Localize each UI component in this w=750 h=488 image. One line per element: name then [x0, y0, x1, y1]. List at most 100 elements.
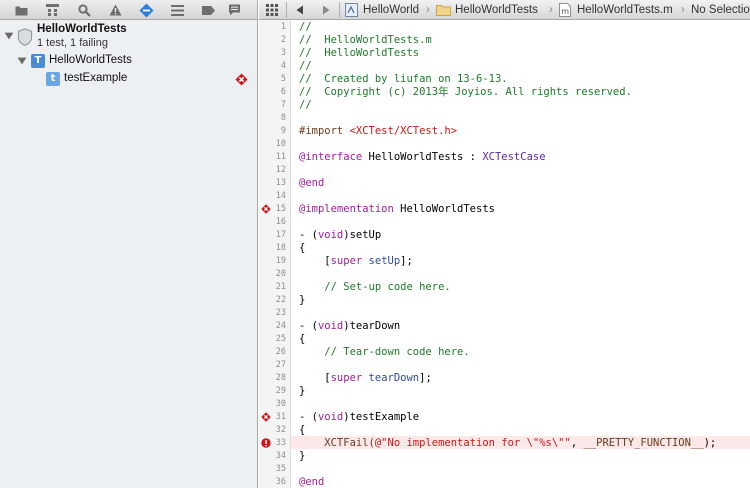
line-number[interactable]: 5	[259, 73, 286, 86]
code-line[interactable]: [super setUp];	[299, 255, 413, 268]
tree-root-row[interactable]: HelloWorldTests 1 test, 1 failing	[0, 21, 257, 53]
line-number[interactable]: 18	[259, 242, 286, 255]
code-line[interactable]: //	[299, 99, 312, 112]
line-number[interactable]: 10	[259, 138, 286, 151]
line-number[interactable]: 17	[259, 229, 286, 242]
disclosure-triangle-icon[interactable]	[17, 56, 27, 66]
line-number[interactable]: 1	[259, 21, 286, 34]
code-line[interactable]: // HelloWorldTests.m	[299, 34, 432, 47]
line-number[interactable]: 36	[259, 476, 286, 488]
code-line[interactable]: }	[299, 385, 305, 398]
line-number[interactable]: 31	[259, 411, 286, 424]
code-line[interactable]: // Tear-down code here.	[299, 346, 469, 359]
line-number[interactable]: 12	[259, 164, 286, 177]
tree-test-label: testExample	[64, 72, 128, 84]
code-line[interactable]: - (void)setUp	[299, 229, 381, 242]
search-icon[interactable]	[76, 2, 92, 18]
jump-bar: HelloWorld › HelloWorldTests › m HelloWo…	[259, 0, 750, 20]
breadcrumb-file[interactable]: HelloWorldTests.m	[577, 0, 673, 19]
line-number[interactable]: 28	[259, 372, 286, 385]
line-number[interactable]: 19	[259, 255, 286, 268]
macro-name: XCTFail(	[299, 437, 375, 449]
line-number[interactable]: 3	[259, 47, 286, 60]
line-number[interactable]: 7	[259, 99, 286, 112]
line-number[interactable]: 32	[259, 424, 286, 437]
line-number[interactable]: 14	[259, 190, 286, 203]
code-line[interactable]: - (void)tearDown	[299, 320, 400, 333]
line-number[interactable]: 25	[259, 333, 286, 346]
back-arrow-icon[interactable]	[296, 5, 304, 15]
test-class-icon: T	[31, 54, 45, 68]
code-line[interactable]: // HelloWorldTests	[299, 47, 419, 60]
line-number[interactable]: 16	[259, 216, 286, 229]
code-line[interactable]: // Set-up code here.	[299, 281, 450, 294]
code-text: );	[703, 437, 717, 449]
code-line[interactable]: }	[299, 294, 305, 307]
method-name: setUp	[368, 255, 401, 267]
line-number[interactable]: 34	[259, 450, 286, 463]
tree-test-row[interactable]: t testExample	[0, 70, 257, 88]
line-number[interactable]: 30	[259, 398, 286, 411]
line-number[interactable]: 9	[259, 125, 286, 138]
line-number[interactable]: 2	[259, 34, 286, 47]
line-number[interactable]: 35	[259, 463, 286, 476]
code-line-error[interactable]: XCTFail(@"No implementation for \"%s\"",…	[299, 437, 716, 450]
line-number[interactable]: 29	[259, 385, 286, 398]
line-number[interactable]: 33	[259, 437, 286, 450]
code-line[interactable]: //	[299, 60, 312, 73]
line-number[interactable]: 6	[259, 86, 286, 99]
code-area[interactable]: // // HelloWorldTests.m // HelloWorldTes…	[291, 20, 750, 488]
line-number[interactable]: 21	[259, 281, 286, 294]
breadcrumb-project[interactable]: HelloWorld	[363, 0, 419, 19]
line-number[interactable]: 26	[259, 346, 286, 359]
line-number[interactable]: 24	[259, 320, 286, 333]
line-number[interactable]: 13	[259, 177, 286, 190]
disclosure-triangle-icon[interactable]	[4, 31, 14, 41]
forward-arrow-icon[interactable]	[322, 5, 330, 15]
keyword: void	[317, 411, 344, 423]
code-line[interactable]: #import <XCTest/XCTest.h>	[299, 125, 457, 138]
code-line[interactable]: {	[299, 242, 305, 255]
code-line[interactable]: // Copyright (c) 2013年 Joyios. All right…	[299, 86, 632, 99]
log-icon[interactable]	[226, 2, 242, 18]
test-method-icon: t	[46, 72, 60, 86]
line-number[interactable]: 8	[259, 112, 286, 125]
test-navigator-icon[interactable]	[138, 2, 154, 18]
hierarchy-icon[interactable]	[44, 2, 60, 18]
test-failed-icon[interactable]	[235, 73, 248, 86]
breadcrumb-symbol[interactable]: No Selection	[691, 0, 750, 19]
method-name: tearDown	[368, 372, 420, 384]
code-line[interactable]: @interface HelloWorldTests : XCTestCase	[299, 151, 546, 164]
keyword: void	[317, 320, 344, 332]
keyword: super	[330, 372, 363, 384]
code-line[interactable]: //	[299, 21, 312, 34]
code-line[interactable]: }	[299, 450, 305, 463]
breakpoint-icon[interactable]	[200, 2, 216, 18]
code-text: )setUp	[343, 229, 382, 241]
line-number[interactable]: 11	[259, 151, 286, 164]
code-line[interactable]: - (void)testExample	[299, 411, 419, 424]
breadcrumb-group[interactable]: HelloWorldTests	[455, 0, 538, 19]
line-number[interactable]: 27	[259, 359, 286, 372]
tree-suite-row[interactable]: T HelloWorldTests	[0, 52, 257, 70]
line-number[interactable]: 15	[259, 203, 286, 216]
code-line[interactable]: @end	[299, 177, 324, 190]
keyword: super	[330, 255, 363, 267]
warning-icon[interactable]	[107, 2, 123, 18]
line-number[interactable]: 23	[259, 307, 286, 320]
line-number[interactable]: 22	[259, 294, 286, 307]
code-line[interactable]: {	[299, 424, 305, 437]
line-number-gutter[interactable]: 1 2 3 4 5 6 7 8 9 10 11 12 13 14 15 16 17 18 19 20 21 22 23 24 2…	[259, 20, 291, 488]
related-items-grid-icon[interactable]	[266, 4, 278, 16]
breadcrumb-separator: ›	[426, 4, 430, 16]
code-line[interactable]: [super tearDown];	[299, 372, 432, 385]
code-line[interactable]: {	[299, 333, 305, 346]
macro-name: __PRETTY_FUNCTION__	[583, 437, 704, 449]
line-number[interactable]: 4	[259, 60, 286, 73]
folder-icon[interactable]	[13, 2, 29, 18]
code-line[interactable]: @implementation HelloWorldTests	[299, 203, 495, 216]
line-number[interactable]: 20	[259, 268, 286, 281]
list-icon[interactable]	[169, 2, 185, 18]
code-line[interactable]: // Created by liufan on 13-6-13.	[299, 73, 508, 86]
code-line[interactable]: @end	[299, 476, 324, 488]
